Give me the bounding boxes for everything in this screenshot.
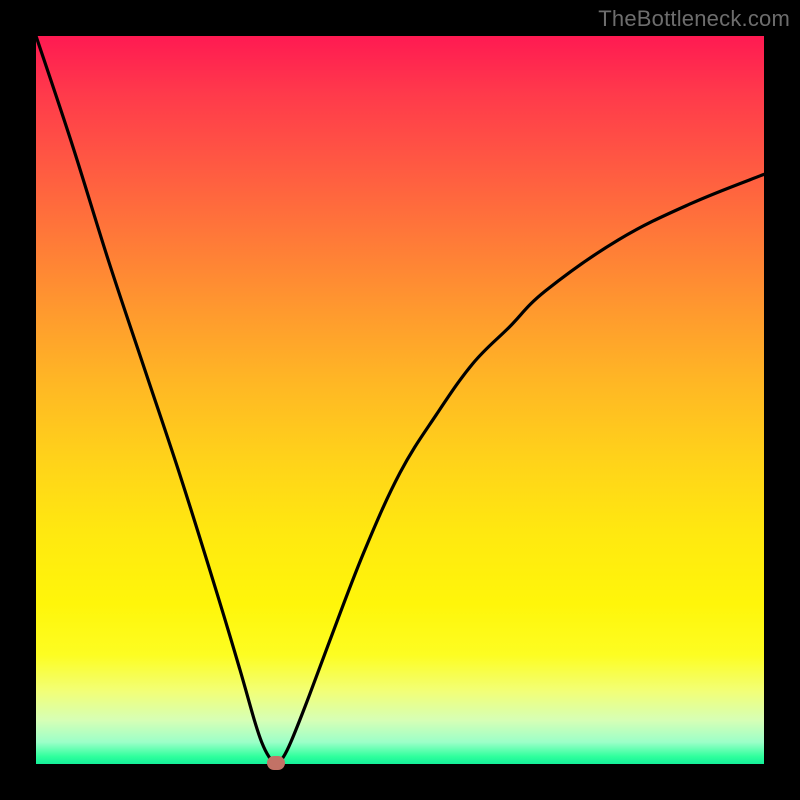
plot-area bbox=[36, 36, 764, 764]
chart-frame: TheBottleneck.com bbox=[0, 0, 800, 800]
watermark-text: TheBottleneck.com bbox=[598, 6, 790, 32]
curve-svg bbox=[36, 36, 764, 764]
bottleneck-curve bbox=[36, 36, 764, 764]
minimum-marker bbox=[267, 756, 285, 770]
